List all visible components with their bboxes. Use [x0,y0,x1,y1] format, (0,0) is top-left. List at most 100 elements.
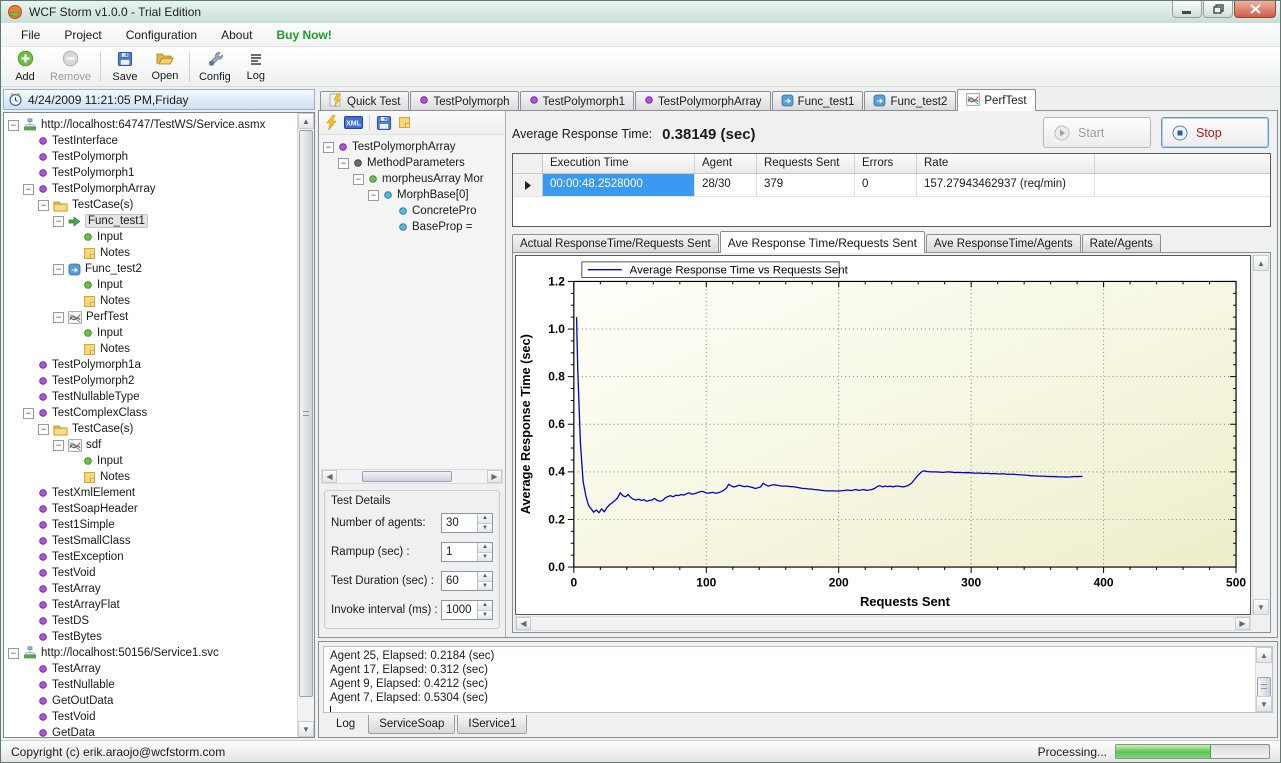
tree-item-test1simple[interactable]: Test1Simple [4,517,297,533]
tree-item-testsoapheader[interactable]: TestSoapHeader [4,501,297,517]
col-agent[interactable]: Agent [695,154,757,173]
tree-item-input[interactable]: Input [4,277,297,293]
add-button[interactable]: Add [5,48,45,86]
tree-item-func-test2[interactable]: −Func_test2 [4,261,297,277]
start-button[interactable]: Start [1043,117,1151,148]
cell-agent[interactable]: 28/30 [695,174,757,196]
tree-item-testpolymorph2[interactable]: TestPolymorph2 [4,373,297,389]
tree-item-testvoid[interactable]: TestVoid [4,565,297,581]
collapse-icon[interactable]: − [353,174,364,185]
spin-up-icon[interactable]: ▲ [478,601,492,611]
collapse-icon[interactable]: − [368,190,379,201]
lightning-icon[interactable] [325,115,338,130]
tree-item-testbytes[interactable]: TestBytes [4,629,297,645]
tree-item-testpolymorph[interactable]: TestPolymorph [4,149,297,165]
tree-item-input[interactable]: Input [4,229,297,245]
log-scrollbar[interactable]: ▲ ▼ [1255,647,1272,712]
tree-item-perftest[interactable]: −PerfTest [4,309,297,325]
tree-item-baseprop[interactable]: BaseProp = [319,219,505,235]
col-execution-time[interactable]: Execution Time [543,154,695,173]
chart-vscrollbar[interactable]: ▲ ▼ [1252,255,1269,615]
log-tab-iservice1[interactable]: IService1 [457,715,527,734]
tree-item-http-localhost-50156-service1-svc[interactable]: −http://localhost:50156/Service1.svc [4,645,297,661]
interval-stepper[interactable]: 1000▲▼ [441,600,493,620]
collapse-icon[interactable]: − [23,408,34,419]
collapse-icon[interactable]: − [38,200,49,211]
save-button[interactable]: Save [105,48,145,86]
spin-down-icon[interactable]: ▼ [478,553,492,562]
tree-item-getoutdata[interactable]: GetOutData [4,693,297,709]
col-errors[interactable]: Errors [855,154,917,173]
chart-hscrollbar[interactable]: ◀ ▶ [515,616,1251,631]
tree-item-sdf[interactable]: −sdf [4,437,297,453]
tree-item-testarray[interactable]: TestArray [4,661,297,677]
tab-perftest[interactable]: PerfTest [957,89,1035,111]
tree-item-notes[interactable]: Notes [4,341,297,357]
service-tree-scrollbar[interactable]: ▲ ▼ [297,113,314,737]
maximize-button[interactable] [1203,1,1233,18]
tab-testpolymorph[interactable]: TestPolymorph [410,91,518,111]
menu-configuration[interactable]: Configuration [114,24,209,46]
spin-down-icon[interactable]: ▼ [478,524,492,533]
menu-file[interactable]: File [9,24,52,46]
scroll-up-icon[interactable]: ▲ [1256,647,1272,663]
chart-tab-rate-agents[interactable]: Rate/Agents [1082,234,1161,253]
tree-item-testcase-s[interactable]: −TestCase(s) [4,197,297,213]
chart-tab-actual-responsetime-requests-sent[interactable]: Actual ResponseTime/Requests Sent [512,234,719,253]
remove-button[interactable]: Remove [45,48,96,86]
menu-project[interactable]: Project [52,24,113,46]
scroll-down-icon[interactable]: ▼ [298,721,314,737]
tree-item-methodparameters[interactable]: −MethodParameters [319,155,505,171]
log-tab-log[interactable]: Log [325,713,366,734]
tree-item-testpolymorpharray[interactable]: −TestPolymorphArray [319,139,505,155]
cell-errors[interactable]: 0 [855,174,917,196]
minimize-button[interactable] [1172,1,1202,18]
parameters-tree-hscrollbar[interactable]: ◀ ▶ [321,469,503,484]
collapse-icon[interactable]: − [53,312,64,323]
log-tab-servicesoap[interactable]: ServiceSoap [368,715,455,734]
tree-item-concretepro[interactable]: ConcretePro [319,203,505,219]
chart-tab-ave-response-time-requests-sent[interactable]: Ave Response Time/Requests Sent [720,231,925,253]
cell-rate[interactable]: 157.27943462937 (req/min) [917,174,1095,196]
tree-item-testarrayflat[interactable]: TestArrayFlat [4,597,297,613]
save-icon[interactable] [376,115,392,131]
tree-item-testexception[interactable]: TestException [4,549,297,565]
tree-item-input[interactable]: Input [4,453,297,469]
tab-func-test2[interactable]: Func_test2 [864,91,956,111]
scroll-up-icon[interactable]: ▲ [1253,255,1269,271]
tree-item-testsmallclass[interactable]: TestSmallClass [4,533,297,549]
tab-func-test1[interactable]: Func_test1 [772,91,864,111]
collapse-icon[interactable]: − [23,184,34,195]
chart-tab-ave-responsetime-agents[interactable]: Ave ResponseTime/Agents [926,234,1081,253]
col-rate[interactable]: Rate [917,154,1095,173]
log-button[interactable]: Log [236,48,276,86]
log-output[interactable]: Agent 25, Elapsed: 0.2184 (sec)Agent 17,… [323,646,1273,713]
menu-about[interactable]: About [209,24,264,46]
tree-item-testarray[interactable]: TestArray [4,581,297,597]
spin-up-icon[interactable]: ▲ [478,514,492,524]
tree-item-morpheusarray-mor[interactable]: −morpheusArray Mor [319,171,505,187]
agents-stepper[interactable]: 30▲▼ [441,513,493,533]
tree-item-testcase-s[interactable]: −TestCase(s) [4,421,297,437]
cell-execution-time[interactable]: 00:00:48.2528000 [543,174,695,196]
scroll-left-icon[interactable]: ◀ [322,470,337,483]
notes-icon[interactable] [398,116,411,129]
xml-icon[interactable]: XML [344,116,363,129]
tree-item-notes[interactable]: Notes [4,293,297,309]
tree-item-notes[interactable]: Notes [4,245,297,261]
collapse-icon[interactable]: − [338,158,349,169]
spin-down-icon[interactable]: ▼ [478,582,492,591]
collapse-icon[interactable]: − [53,264,64,275]
tree-item-testcomplexclass[interactable]: −TestComplexClass [4,405,297,421]
collapse-icon[interactable]: − [53,440,64,451]
spin-up-icon[interactable]: ▲ [478,543,492,553]
collapse-icon[interactable]: − [323,142,334,153]
scroll-up-icon[interactable]: ▲ [298,113,314,129]
tree-item-notes[interactable]: Notes [4,469,297,485]
spin-down-icon[interactable]: ▼ [478,611,492,620]
tree-item-http-localhost-64747-testws-service-asmx[interactable]: −http://localhost:64747/TestWS/Service.a… [4,117,297,133]
scroll-down-icon[interactable]: ▼ [1253,599,1269,615]
tree-item-testnullabletype[interactable]: TestNullableType [4,389,297,405]
tree-item-func-test1[interactable]: −Func_test1 [4,213,297,229]
tree-item-testpolymorph1[interactable]: TestPolymorph1 [4,165,297,181]
